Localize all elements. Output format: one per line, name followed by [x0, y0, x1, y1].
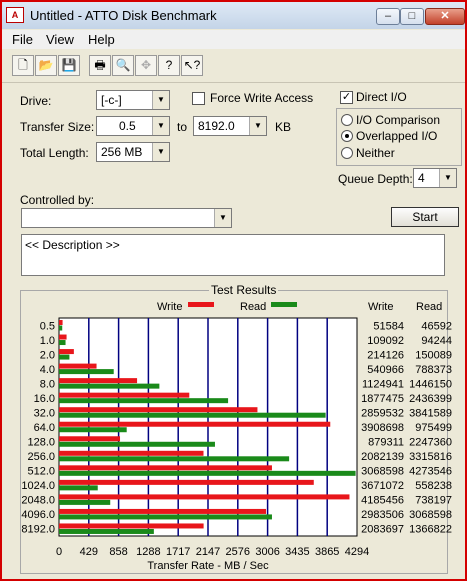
read-value: 738197	[415, 495, 452, 507]
read-bar	[59, 383, 160, 389]
y-tick-label: 128.0	[27, 437, 55, 449]
read-bar	[59, 441, 215, 447]
y-tick-label: 0.5	[40, 320, 55, 332]
app-window: A Untitled - ATTO Disk Benchmark – □ ✕ F…	[0, 0, 467, 581]
read-value: 975499	[415, 422, 452, 434]
y-tick-label: 2048.0	[21, 495, 55, 507]
write-bar	[59, 494, 350, 500]
x-tick-label: 4294	[345, 546, 369, 558]
write-value: 1877475	[361, 393, 404, 405]
write-value: 3671072	[361, 480, 404, 492]
read-bar	[59, 412, 326, 418]
legend-write-swatch	[188, 302, 214, 307]
x-tick-label: 3006	[255, 546, 279, 558]
write-bar	[59, 421, 331, 427]
y-tick-label: 16.0	[34, 393, 55, 405]
read-value: 3068598	[409, 509, 452, 521]
write-value: 3908698	[361, 422, 404, 434]
legend-read-swatch	[271, 302, 297, 307]
read-value: 2436399	[409, 393, 452, 405]
x-tick-label: 429	[80, 546, 98, 558]
write-value: 2983506	[361, 509, 404, 521]
write-value: 2082139	[361, 451, 404, 463]
x-tick-label: 1288	[136, 546, 160, 558]
read-bar	[59, 325, 63, 331]
read-bar	[59, 499, 111, 505]
y-tick-label: 8192.0	[21, 524, 55, 536]
read-value: 1446150	[409, 378, 452, 390]
x-tick-label: 0	[56, 546, 62, 558]
write-bar	[59, 479, 314, 485]
write-bar	[59, 465, 272, 471]
write-value: 2083697	[361, 524, 404, 536]
write-value: 214126	[367, 349, 404, 361]
read-value: 2247360	[409, 437, 452, 449]
write-value: 540966	[367, 364, 404, 376]
read-value: 558238	[415, 480, 452, 492]
write-bar	[59, 436, 121, 442]
read-column-header: Read	[416, 301, 442, 313]
write-value: 879311	[368, 437, 404, 449]
write-bar	[59, 349, 74, 355]
write-bar	[59, 392, 190, 398]
y-tick-label: 64.0	[34, 422, 55, 434]
write-bar	[59, 407, 258, 413]
read-bar	[59, 514, 272, 520]
legend-read-label: Read	[240, 301, 266, 313]
y-tick-label: 4096.0	[21, 509, 55, 521]
y-tick-label: 256.0	[27, 451, 55, 463]
read-bar	[59, 340, 66, 346]
write-value: 51584	[373, 320, 404, 332]
x-tick-label: 1717	[166, 546, 190, 558]
write-bar	[59, 450, 204, 456]
read-value: 3841589	[409, 407, 452, 419]
read-bar	[59, 470, 356, 476]
read-value: 3315816	[409, 451, 452, 463]
y-tick-label: 512.0	[27, 466, 55, 478]
read-value: 94244	[421, 335, 452, 347]
read-bar	[59, 528, 154, 534]
write-bar	[59, 320, 63, 325]
legend-write-label: Write	[157, 301, 182, 313]
write-bar	[59, 363, 97, 369]
read-value: 1366822	[409, 524, 452, 536]
x-tick-label: 3865	[315, 546, 339, 558]
read-bar	[59, 456, 290, 462]
write-value: 1124941	[362, 378, 404, 390]
read-value: 4273546	[409, 466, 452, 478]
x-tick-label: 3435	[285, 546, 309, 558]
y-tick-label: 4.0	[40, 364, 55, 376]
read-value: 788373	[415, 364, 452, 376]
write-value: 109092	[367, 335, 404, 347]
x-axis-label: Transfer Rate - MB / Sec	[147, 560, 269, 572]
transfer-rate-chart: 0 429 858 1288 1717 2147 2576 3006 3435 3865 4294 0…	[21, 301, 452, 572]
read-bar	[59, 369, 114, 375]
write-bar	[59, 508, 267, 514]
write-value: 3068598	[361, 466, 404, 478]
write-bar	[59, 334, 67, 340]
write-column-header: Write	[368, 301, 393, 313]
write-value: 2859532	[361, 407, 404, 419]
x-tick-label: 2576	[226, 546, 250, 558]
y-tick-label: 8.0	[40, 378, 55, 390]
read-value: 150089	[415, 349, 452, 361]
x-tick-label: 858	[109, 546, 127, 558]
write-value: 4185456	[361, 495, 404, 507]
y-tick-label: 2.0	[40, 349, 55, 361]
read-bar	[59, 427, 127, 433]
read-bar	[59, 485, 98, 491]
y-tick-label: 32.0	[34, 407, 55, 419]
y-tick-label: 1024.0	[21, 480, 55, 492]
write-bar	[59, 523, 204, 529]
x-tick-label: 2147	[196, 546, 220, 558]
y-tick-label: 1.0	[40, 335, 55, 347]
read-bar	[59, 398, 229, 404]
write-bar	[59, 378, 138, 384]
read-value: 46592	[421, 320, 452, 332]
read-bar	[59, 354, 70, 360]
